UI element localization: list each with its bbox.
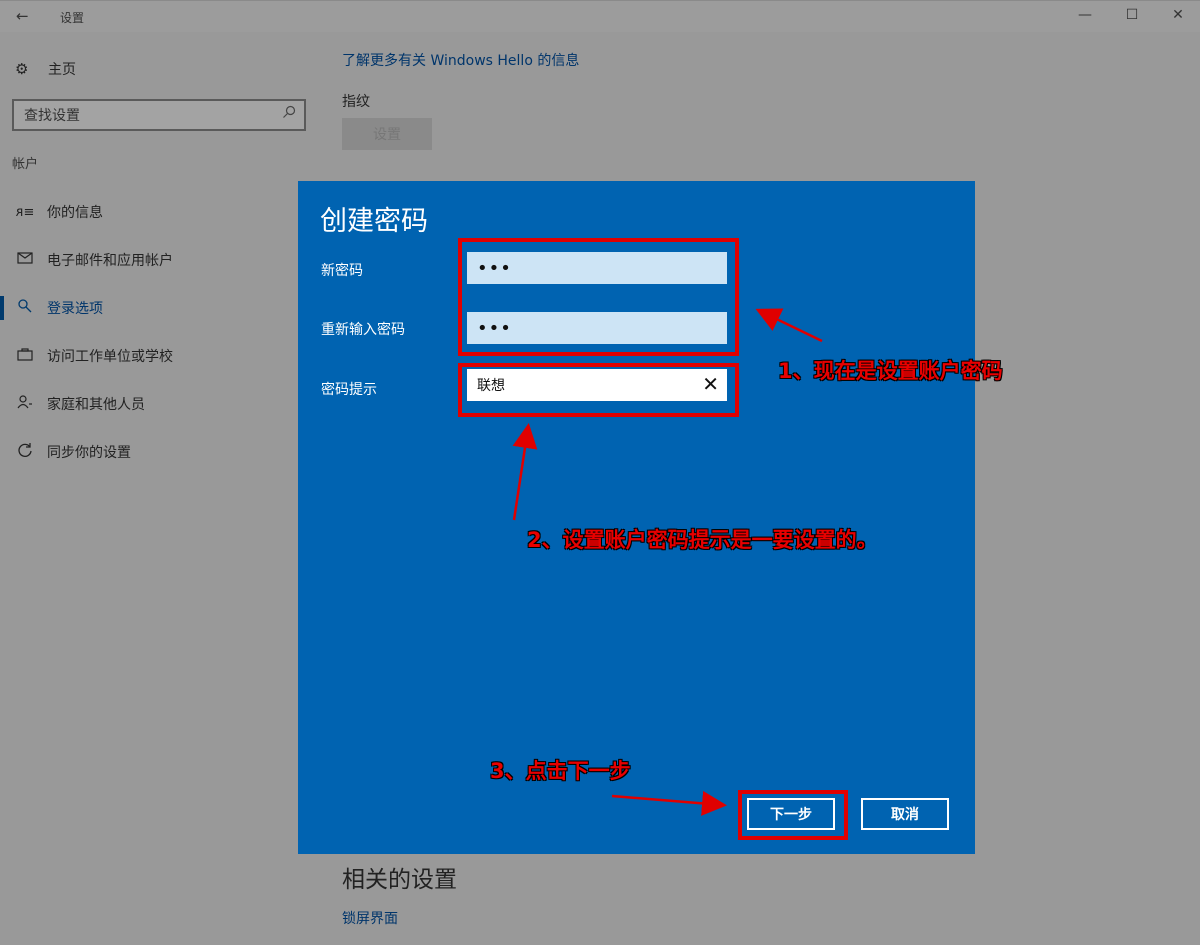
- annotation-note-3: 3、点击下一步: [490, 759, 631, 783]
- annotation-arrows: [512, 308, 823, 816]
- annotation-note-1: 1、现在是设置账户密码: [778, 359, 1003, 383]
- annotation-note-2: 2、设置账户密码提示是一要设置的。: [527, 528, 878, 552]
